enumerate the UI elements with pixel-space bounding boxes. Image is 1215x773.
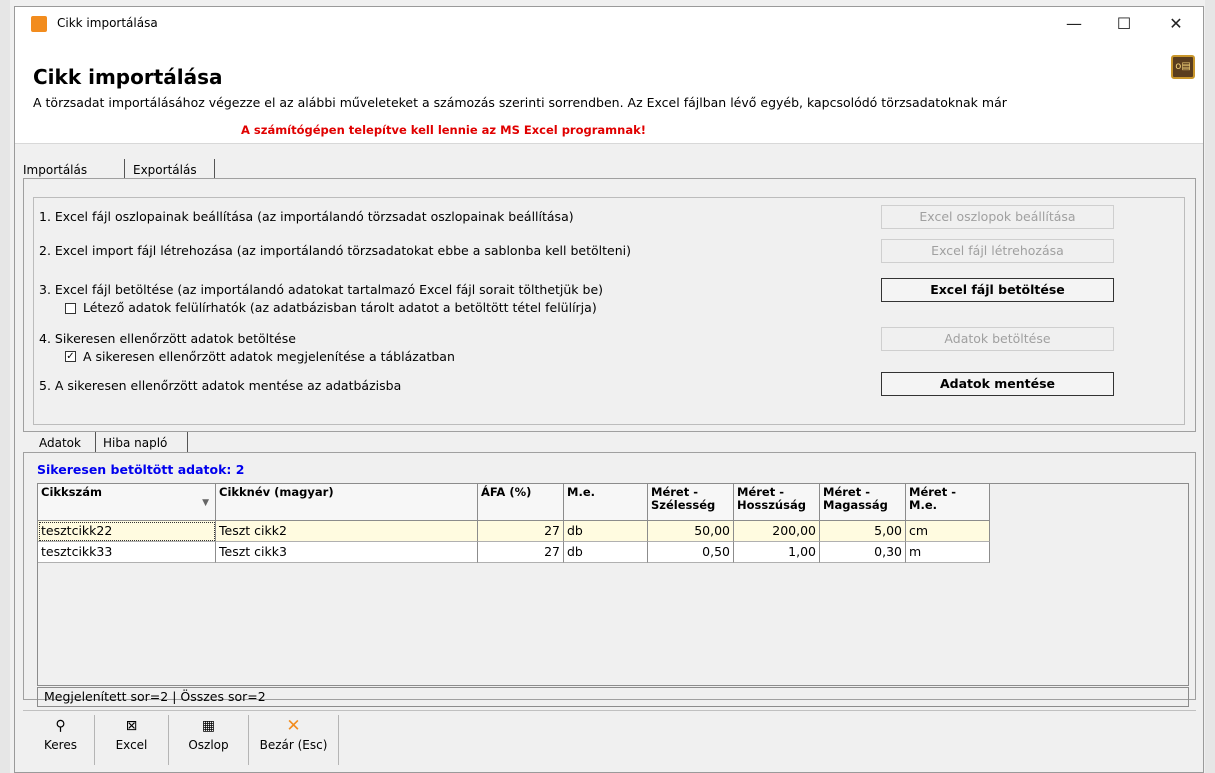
grid-status-bar: Megjelenített sor=2 | Összes sor=2 [37,687,1189,707]
columns-button-label: Oszlop [188,738,229,752]
cell-unit[interactable]: db [564,521,648,542]
data-grid[interactable]: Cikkszám ▼ Cikknév (magyar) ÁFA (%) M.e. … [37,483,1189,686]
cell-length[interactable]: 1,00 [734,542,820,563]
cell-item-name[interactable]: Teszt cikk3 [216,542,478,563]
step-4-label: 4. Sikeresen ellenőrzött adatok betöltés… [39,331,296,346]
cell-vat[interactable]: 27 [478,521,564,542]
cell-width[interactable]: 50,00 [648,521,734,542]
close-icon: ✕ [286,716,301,736]
cell-vat[interactable]: 27 [478,542,564,563]
excel-button[interactable]: ⊠ Excel [95,715,169,765]
column-header-width[interactable]: Méret - Szélesség [648,484,734,521]
tab-import[interactable]: Importálás [23,163,87,177]
cell-height[interactable]: 5,00 [820,521,906,542]
search-button-label: Keres [44,738,77,752]
bottom-toolbar: ⚲ Keres ⊠ Excel ▦ Oszlop ✕ Bezár (Esc) [23,710,1196,769]
show-in-table-checkbox-label: A sikeresen ellenőrzött adatok megjelení… [83,349,455,364]
app-icon [31,16,47,32]
cell-size-unit[interactable]: m [906,542,990,563]
window-title: Cikk importálása [57,16,158,30]
columns-icon: ▦ [201,718,216,734]
step-2-label: 2. Excel import fájl létrehozása (az imp… [39,243,631,258]
cell-size-unit[interactable]: cm [906,521,990,542]
search-icon: ⚲ [55,718,66,734]
tab-divider [95,432,96,452]
column-header-item-code[interactable]: Cikkszám ▼ [38,484,216,521]
column-header-item-name[interactable]: Cikknév (magyar) [216,484,478,521]
app-logo-icon: o▤ [1171,55,1195,79]
columns-button[interactable]: ▦ Oszlop [169,715,249,765]
tab-data[interactable]: Adatok [39,436,81,450]
excel-warning: A számítógépen telepítve kell lennie az … [241,123,646,137]
cell-unit[interactable]: db [564,542,648,563]
tab-divider [124,159,125,179]
cell-width[interactable]: 0,50 [648,542,734,563]
step-5-label: 5. A sikeresen ellenőrzött adatok mentés… [39,378,402,393]
loaded-count-label: Sikeresen betöltött adatok: 2 [37,462,245,477]
load-data-button[interactable]: Adatok betöltése [881,327,1114,351]
column-header-length[interactable]: Méret - Hosszúság [734,484,820,521]
desktop-background-right [1205,0,1215,773]
sort-arrow-icon: ▼ [202,498,209,508]
column-header-vat[interactable]: ÁFA (%) [478,484,564,521]
tab-divider [187,432,188,452]
excel-icon: ⊠ [125,718,138,734]
title-bar: Cikk importálása — ☐ ✕ [15,7,1203,41]
column-header-size-unit[interactable]: Méret - M.e. [906,484,990,521]
close-button[interactable]: ✕ Bezár (Esc) [249,715,339,765]
overwrite-checkbox[interactable] [65,303,76,314]
minimize-button[interactable]: — [1051,7,1097,41]
excel-columns-button[interactable]: Excel oszlopok beállítása [881,205,1114,229]
overwrite-checkbox-label: Létező adatok felülírhatók (az adatbázis… [83,300,597,315]
cell-length[interactable]: 200,00 [734,521,820,542]
step-1-label: 1. Excel fájl oszlopainak beállítása (az… [39,209,574,224]
create-excel-button[interactable]: Excel fájl létrehozása [881,239,1114,263]
header-panel: Cikk importálása A törzsadat importálásá… [15,41,1203,144]
desktop-background [0,0,10,773]
close-window-button[interactable]: ✕ [1153,7,1199,41]
tab-export[interactable]: Exportálás [133,163,197,177]
cell-item-code[interactable]: tesztcikk22 [38,521,216,542]
tab-divider [214,159,215,179]
column-header-height[interactable]: Méret - Magasság [820,484,906,521]
close-button-label: Bezár (Esc) [259,738,328,752]
tab-error-log[interactable]: Hiba napló [103,436,167,450]
excel-button-label: Excel [115,738,148,752]
import-window: Cikk importálása — ☐ ✕ Cikk importálása … [14,6,1204,773]
search-button[interactable]: ⚲ Keres [27,715,95,765]
maximize-button[interactable]: ☐ [1101,7,1147,41]
page-title: Cikk importálása [33,65,223,89]
cell-height[interactable]: 0,30 [820,542,906,563]
page-description: A törzsadat importálásához végezze el az… [33,95,1007,110]
cell-item-code[interactable]: tesztcikk33 [38,542,216,563]
cell-item-name[interactable]: Teszt cikk2 [216,521,478,542]
save-data-button[interactable]: Adatok mentése [881,372,1114,396]
show-in-table-checkbox[interactable]: ✓ [65,351,76,362]
load-excel-button[interactable]: Excel fájl betöltése [881,278,1114,302]
column-header-unit[interactable]: M.e. [564,484,648,521]
step-3-label: 3. Excel fájl betöltése (az importálandó… [39,282,604,297]
